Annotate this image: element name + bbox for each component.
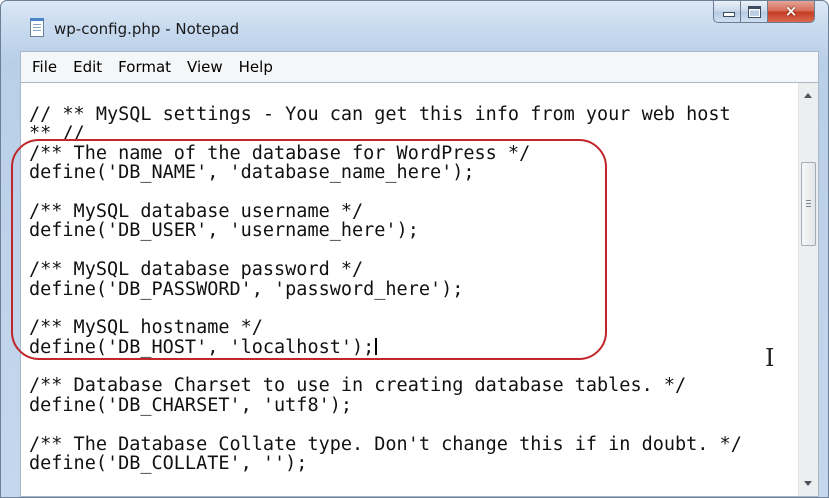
menu-file[interactable]: File — [21, 58, 65, 76]
notepad-icon[interactable] — [30, 18, 44, 37]
text-cursor-icon: I — [765, 344, 775, 372]
grip-icon — [806, 200, 811, 207]
menu-edit[interactable]: Edit — [65, 58, 110, 76]
code-line: define('DB_CHARSET', 'utf8'); — [29, 394, 353, 416]
maximize-button[interactable] — [741, 1, 768, 23]
code-line: /** Database Charset to use in creating … — [29, 375, 687, 397]
scroll-down-icon[interactable] — [804, 481, 812, 486]
scroll-up-icon[interactable] — [804, 93, 812, 98]
code-line: define('DB_COLLATE', ''); — [29, 453, 308, 475]
window-controls: × — [713, 1, 815, 25]
menu-help[interactable]: Help — [231, 58, 281, 76]
scrollbar-thumb[interactable] — [801, 162, 816, 246]
code-line: // ** MySQL settings - You can get this … — [29, 104, 731, 125]
minimize-icon — [723, 12, 735, 17]
close-icon: × — [784, 2, 798, 20]
menu-format[interactable]: Format — [110, 58, 179, 76]
close-button[interactable]: × — [768, 1, 815, 23]
vertical-scrollbar[interactable] — [798, 83, 818, 496]
highlight-annotation — [11, 139, 607, 360]
title-bar[interactable]: wp-config.php - Notepad × — [1, 1, 828, 43]
notepad-window: wp-config.php - Notepad × File Edit Form… — [0, 0, 829, 498]
menu-view[interactable]: View — [179, 58, 231, 76]
window-title: wp-config.php - Notepad — [54, 20, 240, 38]
maximize-icon — [748, 6, 761, 18]
menu-bar: File Edit Format View Help — [20, 51, 819, 82]
code-line: /** The Database Collate type. Don't cha… — [29, 433, 742, 455]
minimize-button[interactable] — [713, 1, 741, 23]
